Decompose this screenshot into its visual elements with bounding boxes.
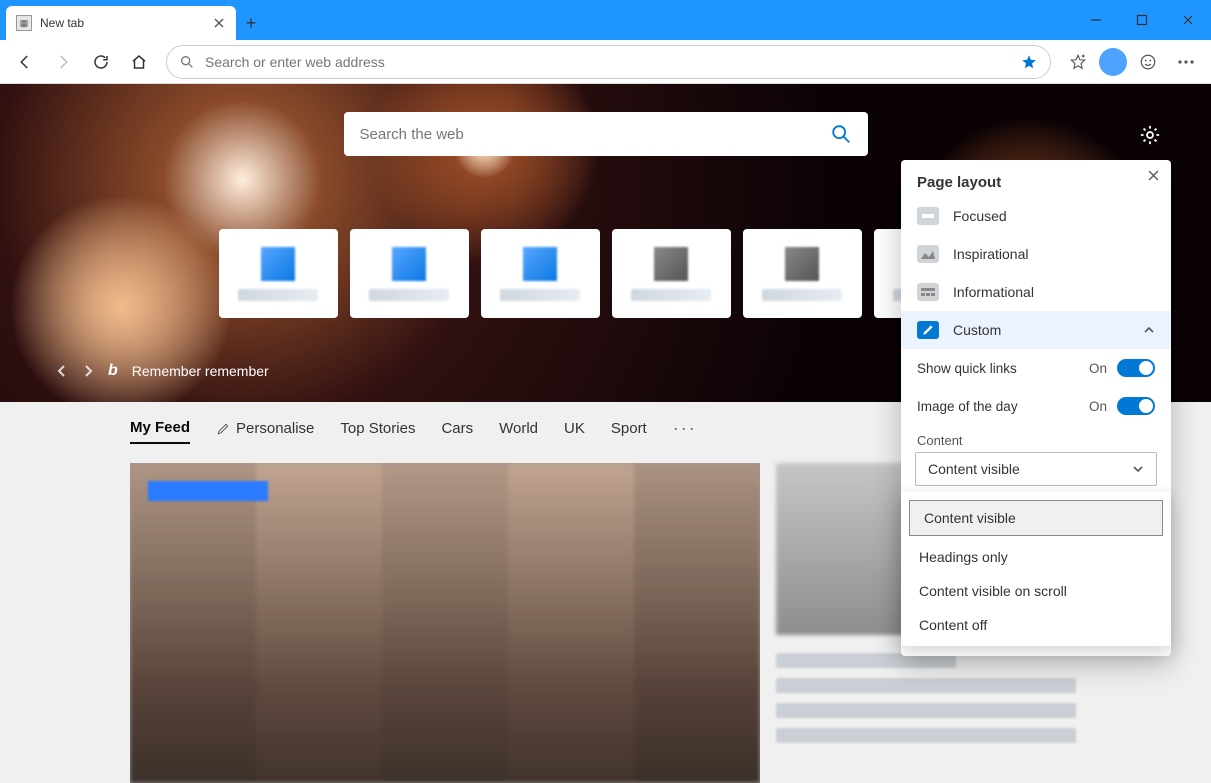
popover-close-button[interactable] xyxy=(1148,170,1159,181)
quick-link-icon xyxy=(654,247,688,281)
feed-tab-more-button[interactable]: ··· xyxy=(673,418,697,445)
favorite-star-icon[interactable] xyxy=(1020,53,1038,71)
quick-link-tile[interactable] xyxy=(481,229,600,318)
quick-link-icon xyxy=(785,247,819,281)
quick-link-tile[interactable] xyxy=(743,229,862,318)
quick-link-icon xyxy=(392,247,426,281)
feed-tab-label: Personalise xyxy=(236,420,314,437)
quick-link-label xyxy=(369,289,449,301)
tab-close-button[interactable] xyxy=(212,16,226,30)
dropdown-option-content-visible[interactable]: Content visible xyxy=(909,500,1163,536)
tab-favicon-icon: ▦ xyxy=(16,15,32,31)
toggle-switch[interactable] xyxy=(1117,359,1155,377)
quick-link-icon xyxy=(523,247,557,281)
content-dropdown-list: Content visible Headings only Content vi… xyxy=(901,492,1171,646)
news-ticker: b Remember remember xyxy=(56,362,269,380)
quick-link-label xyxy=(631,289,711,301)
feed-tab-sport[interactable]: Sport xyxy=(611,420,647,443)
layout-option-focused[interactable]: Focused xyxy=(901,197,1171,235)
chevron-down-icon xyxy=(1132,463,1144,475)
layout-option-label: Inspirational xyxy=(953,246,1029,262)
ticker-prev-button[interactable] xyxy=(56,365,68,377)
address-bar[interactable] xyxy=(166,45,1051,79)
quick-link-label xyxy=(762,289,842,301)
search-icon xyxy=(179,54,195,70)
browser-toolbar xyxy=(0,40,1211,84)
layout-option-custom[interactable]: Custom xyxy=(901,311,1171,349)
tab-title: New tab xyxy=(40,16,204,30)
feed-tab-cars[interactable]: Cars xyxy=(441,420,473,443)
new-tab-button[interactable]: + xyxy=(236,6,266,40)
hero-search-box[interactable] xyxy=(344,112,868,156)
toggle-image-of-day[interactable]: Image of the day On xyxy=(901,387,1171,425)
layout-option-inspirational[interactable]: Inspirational xyxy=(901,235,1171,273)
quick-link-icon xyxy=(261,247,295,281)
page-layout-popover: Page layout Focused Inspirational Inform… xyxy=(901,160,1171,656)
feed-tab-personalise[interactable]: Personalise xyxy=(216,420,314,443)
content-dropdown[interactable]: Content visible xyxy=(915,452,1157,486)
feed-hero-badge xyxy=(148,481,268,501)
home-button[interactable] xyxy=(122,45,156,79)
toggle-switch[interactable] xyxy=(1117,397,1155,415)
quick-link-label xyxy=(500,289,580,301)
layout-option-label: Custom xyxy=(953,322,1001,338)
ticker-headline[interactable]: Remember remember xyxy=(132,363,269,379)
feed-tab-uk[interactable]: UK xyxy=(564,420,585,443)
feedback-smiley-button[interactable] xyxy=(1131,45,1165,79)
feed-hero-card[interactable] xyxy=(130,463,760,783)
informational-layout-icon xyxy=(917,283,939,301)
dropdown-option-content-off[interactable]: Content off xyxy=(905,608,1167,642)
toggle-state-text: On xyxy=(1089,361,1107,376)
chevron-up-icon xyxy=(1143,324,1155,336)
forward-button[interactable] xyxy=(46,45,80,79)
quick-link-label xyxy=(238,289,318,301)
window-controls xyxy=(1073,0,1211,40)
refresh-button[interactable] xyxy=(84,45,118,79)
layout-option-label: Focused xyxy=(953,208,1007,224)
feed-side-text xyxy=(776,653,1076,743)
minimize-button[interactable] xyxy=(1073,0,1119,40)
content-section-label: Content xyxy=(901,425,1171,452)
custom-layout-icon xyxy=(917,321,939,339)
close-window-button[interactable] xyxy=(1165,0,1211,40)
bing-logo-icon: b xyxy=(108,362,118,380)
toggle-label: Show quick links xyxy=(917,361,1017,376)
pencil-icon xyxy=(216,422,230,436)
feed-tab-my-feed[interactable]: My Feed xyxy=(130,419,190,444)
focused-layout-icon xyxy=(917,207,939,225)
feed-tab-world[interactable]: World xyxy=(499,420,538,443)
feed-hero-image xyxy=(130,463,760,783)
page-settings-gear-button[interactable] xyxy=(1139,124,1161,146)
settings-menu-button[interactable] xyxy=(1169,45,1203,79)
quick-link-tile[interactable] xyxy=(219,229,338,318)
title-bar: ▦ New tab + xyxy=(0,0,1211,40)
quick-links-row xyxy=(219,229,993,318)
toggle-show-quick-links[interactable]: Show quick links On xyxy=(901,349,1171,387)
layout-option-informational[interactable]: Informational xyxy=(901,273,1171,311)
dropdown-option-headings-only[interactable]: Headings only xyxy=(905,540,1167,574)
hero-search-icon[interactable] xyxy=(830,123,852,145)
content-selected-value: Content visible xyxy=(928,461,1020,477)
address-input[interactable] xyxy=(205,54,1010,70)
toggle-state-text: On xyxy=(1089,399,1107,414)
layout-option-label: Informational xyxy=(953,284,1034,300)
dropdown-option-content-visible-on-scroll[interactable]: Content visible on scroll xyxy=(905,574,1167,608)
maximize-button[interactable] xyxy=(1119,0,1165,40)
toggle-label: Image of the day xyxy=(917,399,1018,414)
quick-link-tile[interactable] xyxy=(350,229,469,318)
browser-tab[interactable]: ▦ New tab xyxy=(6,6,236,40)
quick-link-tile[interactable] xyxy=(612,229,731,318)
feed-tab-top-stories[interactable]: Top Stories xyxy=(340,420,415,443)
inspirational-layout-icon xyxy=(917,245,939,263)
profile-avatar[interactable] xyxy=(1099,48,1127,76)
back-button[interactable] xyxy=(8,45,42,79)
favorites-button[interactable] xyxy=(1061,45,1095,79)
hero-search-input[interactable] xyxy=(360,126,830,143)
ticker-next-button[interactable] xyxy=(82,365,94,377)
popover-title: Page layout xyxy=(901,160,1171,197)
